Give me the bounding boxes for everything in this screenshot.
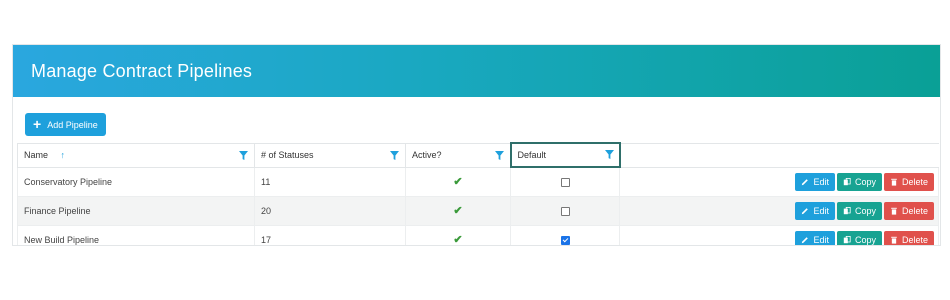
copy-label: Copy	[854, 205, 876, 216]
filter-icon[interactable]	[239, 150, 248, 160]
trash-icon	[891, 178, 897, 186]
column-header-name[interactable]: Name ↑	[17, 142, 255, 168]
delete-label: Delete	[901, 176, 928, 187]
pipeline-name: Conservatory Pipeline	[17, 166, 255, 197]
active-cell: ✔	[405, 224, 511, 246]
copy-icon	[843, 235, 851, 243]
active-cell: ✔	[405, 195, 511, 226]
column-header-default[interactable]: Default	[509, 142, 621, 168]
filter-icon[interactable]	[390, 150, 399, 160]
pipelines-panel: Manage Contract Pipelines + Add Pipeline…	[12, 44, 941, 246]
row-actions: Edit Copy Delete	[619, 224, 939, 245]
page-header: Manage Contract Pipelines	[13, 45, 940, 97]
pencil-icon	[802, 236, 809, 243]
edit-button[interactable]: Edit	[795, 201, 835, 220]
status-count: 17	[254, 224, 406, 245]
edit-label: Edit	[813, 234, 829, 245]
edit-label: Edit	[813, 205, 829, 216]
row-actions: Edit Copy Delete	[619, 195, 939, 226]
pencil-icon	[802, 207, 809, 214]
delete-button[interactable]: Delete	[883, 230, 934, 245]
status-count: 11	[254, 166, 406, 197]
column-header-statuses[interactable]: # of Statuses	[254, 142, 406, 168]
default-checkbox[interactable]	[560, 235, 570, 245]
filter-icon[interactable]	[604, 150, 614, 159]
column-header-actions	[619, 142, 939, 168]
page-title: Manage Contract Pipelines	[31, 60, 253, 81]
pipeline-name: Finance Pipeline	[17, 195, 255, 226]
column-label: Active?	[412, 150, 442, 161]
delete-button[interactable]: Delete	[883, 201, 934, 220]
column-header-active[interactable]: Active?	[405, 142, 511, 168]
edit-button[interactable]: Edit	[795, 230, 835, 245]
table-row: Finance Pipeline 20 ✔ Edit Copy Delete	[17, 195, 939, 226]
default-cell	[510, 195, 620, 226]
checkmark-icon: ✔	[453, 205, 463, 217]
copy-button[interactable]: Copy	[836, 201, 882, 220]
active-cell: ✔	[405, 166, 511, 197]
trash-icon	[891, 207, 897, 215]
column-label: Default	[517, 150, 547, 161]
copy-button[interactable]: Copy	[836, 230, 882, 245]
checkmark-icon: ✔	[453, 234, 463, 246]
default-cell	[510, 224, 620, 245]
status-count: 20	[254, 195, 406, 226]
add-pipeline-label: Add Pipeline	[47, 119, 98, 130]
edit-button[interactable]: Edit	[795, 172, 835, 191]
filter-icon[interactable]	[494, 150, 504, 160]
table-row: Conservatory Pipeline 11 ✔ Edit Copy Del…	[17, 166, 939, 197]
trash-icon	[891, 236, 897, 244]
checkmark-icon: ✔	[453, 176, 463, 188]
table-header-row: Name ↑ # of Statuses Active? Default	[17, 142, 939, 168]
copy-label: Copy	[854, 176, 876, 187]
default-checkbox[interactable]	[560, 177, 570, 187]
copy-label: Copy	[854, 234, 876, 245]
default-cell	[510, 166, 620, 197]
column-label: Name	[24, 150, 49, 161]
delete-button[interactable]: Delete	[883, 172, 934, 191]
copy-icon	[843, 206, 851, 214]
add-pipeline-button[interactable]: + Add Pipeline	[25, 113, 106, 136]
edit-label: Edit	[813, 176, 829, 187]
table-row: New Build Pipeline 17 ✔ Edit Copy Delete	[17, 224, 939, 246]
pencil-icon	[802, 178, 809, 185]
delete-label: Delete	[901, 234, 928, 245]
copy-icon	[843, 177, 851, 185]
pipelines-table: Name ↑ # of Statuses Active? Default Con…	[17, 142, 939, 246]
copy-button[interactable]: Copy	[836, 172, 882, 191]
plus-icon: +	[33, 116, 42, 132]
sort-up-arrow-icon[interactable]: ↑	[61, 150, 66, 160]
delete-label: Delete	[901, 205, 928, 216]
default-checkbox[interactable]	[560, 206, 570, 216]
pipeline-name: New Build Pipeline	[17, 224, 255, 245]
column-label: # of Statuses	[261, 150, 314, 161]
row-actions: Edit Copy Delete	[619, 166, 939, 197]
